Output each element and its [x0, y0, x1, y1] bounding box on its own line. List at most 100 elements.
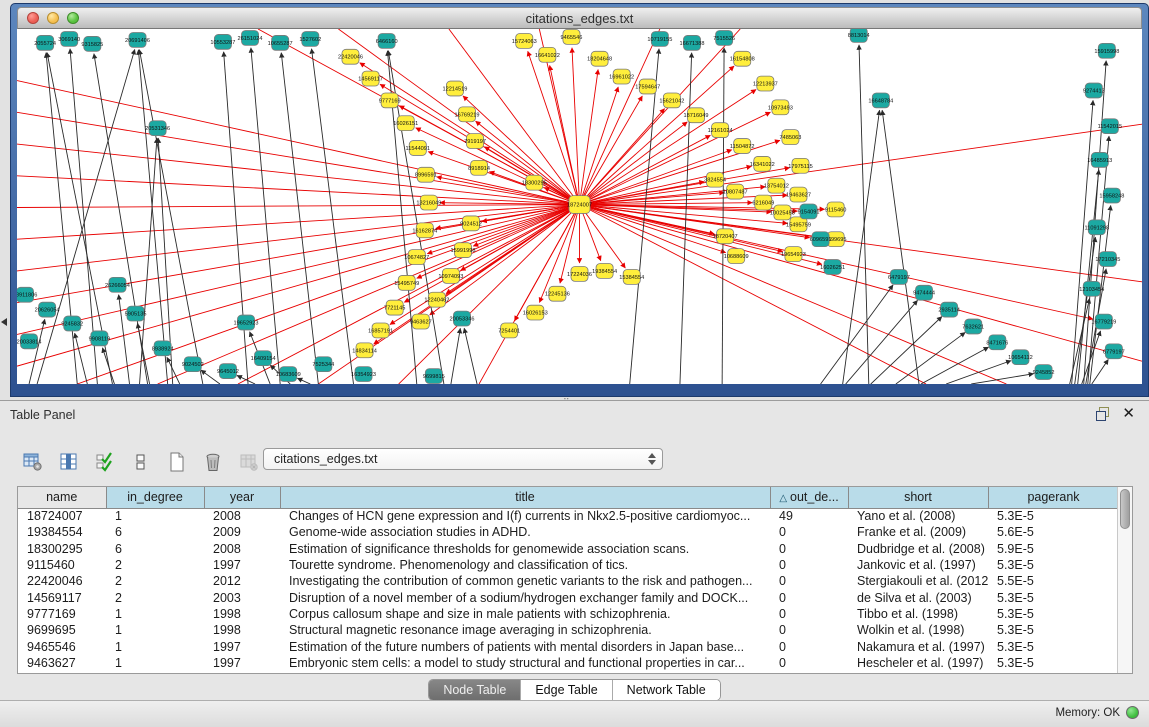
cell-short[interactable]: Stergiakouli et al. (2012): [848, 573, 988, 589]
graph-node[interactable]: 18720407: [713, 229, 738, 244]
graph-node[interactable]: 2055724: [34, 35, 56, 50]
panel-collapse-arrow-icon[interactable]: [1, 318, 7, 326]
graph-node[interactable]: 16485913: [1087, 152, 1112, 167]
black-edge[interactable]: [821, 285, 893, 384]
graph-node[interactable]: 15724063: [512, 33, 537, 48]
cell-out[interactable]: 0: [770, 557, 848, 573]
cell-short[interactable]: Dudbridge et al. (2008): [848, 541, 988, 557]
cell-name[interactable]: 9465546: [18, 638, 106, 654]
table-row[interactable]: 1938455462009Genome-wide association stu…: [18, 524, 1119, 540]
graph-node[interactable]: 15384554: [619, 269, 644, 284]
graph-node[interactable]: 20531346: [145, 121, 170, 136]
graph-node[interactable]: 8471676: [986, 335, 1008, 350]
graph-node[interactable]: 22420046: [338, 49, 363, 64]
graph-node[interactable]: 8938924: [152, 341, 174, 356]
cell-indeg[interactable]: 1: [106, 638, 204, 654]
graph-node[interactable]: 16671388: [680, 35, 705, 50]
red-edge[interactable]: [17, 176, 580, 205]
graph-node[interactable]: 7485063: [780, 130, 802, 145]
graph-node[interactable]: 9024502: [182, 357, 204, 372]
black-edge[interactable]: [451, 328, 460, 384]
graph-node[interactable]: 18724007: [567, 196, 592, 214]
cell-pagerank[interactable]: 5.3E-5: [988, 622, 1119, 638]
column-header-name[interactable]: name: [18, 487, 106, 508]
cell-out[interactable]: 0: [770, 524, 848, 540]
cell-indeg[interactable]: 2: [106, 573, 204, 589]
cell-short[interactable]: Yano et al. (2008): [848, 508, 988, 524]
cell-indeg[interactable]: 1: [106, 508, 204, 524]
tab-edge-table[interactable]: Edge Table: [520, 680, 611, 700]
cell-out[interactable]: 0: [770, 622, 848, 638]
cell-year[interactable]: 2012: [204, 573, 280, 589]
red-edge[interactable]: [572, 48, 580, 205]
cell-year[interactable]: 2003: [204, 589, 280, 605]
cell-title[interactable]: Estimation of significance thresholds fo…: [280, 541, 770, 557]
cell-name[interactable]: 19384554: [18, 524, 106, 540]
graph-node[interactable]: 7721145: [384, 300, 405, 315]
graph-node[interactable]: 10719155: [647, 31, 672, 46]
graph-node[interactable]: 14834114: [352, 343, 377, 358]
cell-title[interactable]: Investigating the contribution of common…: [280, 573, 770, 589]
cell-title[interactable]: Changes of HCN gene expression and I(f) …: [280, 508, 770, 524]
cell-out[interactable]: 0: [770, 573, 848, 589]
graph-node[interactable]: 12214519: [442, 81, 467, 96]
graph-node[interactable]: 6779197: [1103, 344, 1125, 359]
network-graph[interactable]: 1872400722420046145691179777169160261511…: [17, 29, 1142, 384]
black-edge[interactable]: [896, 332, 965, 384]
graph-node[interactable]: 10655287: [268, 35, 293, 50]
cell-title[interactable]: Disruption of a novel member of a sodium…: [280, 589, 770, 605]
black-edge[interactable]: [139, 50, 202, 384]
graph-node[interactable]: 9115460: [825, 202, 846, 217]
red-edge[interactable]: [580, 109, 665, 205]
graph-node[interactable]: 19652923: [234, 315, 259, 330]
cell-pagerank[interactable]: 5.6E-5: [988, 524, 1119, 540]
graph-node[interactable]: 9777169: [379, 93, 401, 108]
vertical-scrollbar[interactable]: [1117, 487, 1132, 673]
red-edge[interactable]: [580, 205, 1143, 362]
column-header-title[interactable]: title: [280, 487, 770, 508]
graph-node[interactable]: 10553287: [210, 34, 235, 49]
graph-node[interactable]: 8996591: [415, 167, 437, 182]
cell-indeg[interactable]: 2: [106, 589, 204, 605]
select-rows-icon[interactable]: [94, 451, 116, 473]
graph-node[interactable]: 19384554: [592, 264, 617, 279]
graph-node[interactable]: 12161024: [708, 123, 733, 138]
black-edge[interactable]: [464, 328, 477, 384]
graph-node[interactable]: 9024512: [460, 216, 482, 231]
cell-title[interactable]: Corpus callosum shape and size in male p…: [280, 606, 770, 622]
graph-node[interactable]: 11504872: [730, 139, 755, 154]
cell-short[interactable]: Hescheler et al. (1997): [848, 655, 988, 671]
graph-node[interactable]: 18204648: [587, 51, 612, 66]
graph-node[interactable]: 14569117: [358, 71, 383, 86]
black-edge[interactable]: [1078, 170, 1099, 384]
graph-node[interactable]: 16769219: [455, 107, 480, 122]
graph-node[interactable]: 7515526: [713, 30, 735, 45]
scrollbar-thumb[interactable]: [1120, 489, 1130, 529]
cell-year[interactable]: 1997: [204, 655, 280, 671]
graph-node[interactable]: 16026153: [523, 305, 548, 320]
memory-status-icon[interactable]: [1126, 706, 1139, 719]
graph-node[interactable]: 9274413: [1083, 83, 1105, 98]
table-row[interactable]: 946362711997Embryonic stem cells: a mode…: [18, 655, 1119, 671]
table-row[interactable]: 911546021997Tourette syndrome. Phenomeno…: [18, 557, 1119, 573]
graph-node[interactable]: 7632621: [962, 319, 984, 334]
table-row[interactable]: 969969511998Structural magnetic resonanc…: [18, 622, 1119, 638]
cell-short[interactable]: Tibbo et al. (1998): [848, 606, 988, 622]
black-edge[interactable]: [859, 45, 869, 384]
column-header-out_de[interactable]: △out_de...: [770, 487, 848, 508]
red-edge[interactable]: [417, 205, 580, 279]
graph-node[interactable]: 16354923: [351, 367, 376, 382]
graph-node[interactable]: 17224036: [567, 266, 592, 281]
table-row[interactable]: 2242004622012Investigating the contribut…: [18, 573, 1119, 589]
graph-node[interactable]: 20053346: [449, 311, 474, 326]
delete-rows-icon[interactable]: [202, 451, 224, 473]
graph-node[interactable]: 15495749: [394, 275, 419, 290]
graph-node[interactable]: 15621042: [659, 93, 684, 108]
cell-indeg[interactable]: 1: [106, 655, 204, 671]
cell-name[interactable]: 18300295: [18, 541, 106, 557]
graph-node[interactable]: 5905135: [125, 306, 147, 321]
cell-indeg[interactable]: 1: [106, 622, 204, 638]
black-edge[interactable]: [29, 319, 45, 384]
graph-node[interactable]: 6479197: [888, 269, 910, 284]
cell-indeg[interactable]: 1: [106, 606, 204, 622]
